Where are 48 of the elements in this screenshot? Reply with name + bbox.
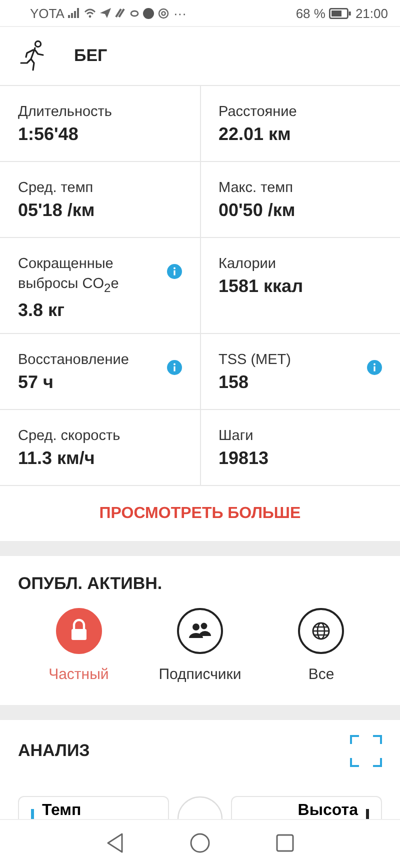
battery-percent: 68 % — [296, 6, 326, 21]
home-icon[interactable] — [190, 833, 210, 854]
lock-icon — [56, 608, 102, 654]
stat-value: 22.01 км — [218, 124, 292, 146]
carrier-name: YOTA — [30, 6, 64, 21]
fullscreen-icon[interactable] — [350, 734, 382, 767]
info-icon[interactable] — [166, 360, 182, 376]
runner-icon — [20, 40, 46, 72]
people-icon — [176, 608, 223, 654]
stat-value: 3.8 кг — [18, 300, 66, 321]
recents-icon[interactable] — [276, 834, 294, 852]
stat-value: 19813 — [218, 448, 269, 470]
more-notifications: ··· — [173, 6, 186, 21]
stat-label: Сред. темп — [18, 179, 94, 198]
stat-label: TSS (MET) — [218, 351, 291, 370]
stat-value: 57 ч — [18, 372, 54, 394]
metric-selector[interactable]: Темп — [18, 796, 169, 819]
signal-icon — [68, 8, 80, 18]
stat-label: Длительность — [18, 103, 112, 122]
oval-icon — [130, 10, 140, 17]
globe-icon — [298, 608, 344, 654]
stat-label: Макс. темп — [218, 179, 294, 198]
stat-label: Сокращенные выбросы CO$_{2}$e — [18, 255, 120, 297]
stat-value: 1581 ккал — [218, 276, 304, 298]
info-icon[interactable] — [367, 360, 382, 376]
circle-badge-icon — [143, 8, 154, 19]
metric-selector[interactable]: Высота — [231, 796, 382, 819]
clock: 21:00 — [355, 6, 388, 21]
stat-value: 11.3 км/ч — [18, 448, 96, 470]
section-title: АНАЛИЗ — [18, 740, 90, 761]
info-icon[interactable] — [166, 264, 182, 280]
stat-label: Сред. скорость — [18, 427, 120, 446]
activity-title: БЕГ — [74, 46, 108, 66]
stat-value: 05'18 /км — [18, 200, 95, 222]
privacy-option[interactable]: Подписчики — [144, 608, 255, 683]
privacy-option[interactable]: Все — [266, 608, 376, 683]
stat-label: Расстояние — [218, 103, 297, 122]
stat-value: 00'50 /км — [218, 200, 296, 222]
stat-label: Шаги — [218, 427, 254, 446]
section-title: ОПУБЛ. АКТИВН. — [18, 574, 162, 593]
battery-icon — [329, 8, 352, 19]
stat-label: Восстановление — [18, 351, 129, 370]
back-icon[interactable] — [106, 833, 124, 854]
stat-value: 158 — [218, 372, 250, 394]
stat-value: 1:56'48 — [18, 124, 80, 146]
send-icon — [100, 8, 112, 18]
stat-label: Калории — [218, 255, 277, 274]
wifi-icon — [84, 8, 96, 18]
